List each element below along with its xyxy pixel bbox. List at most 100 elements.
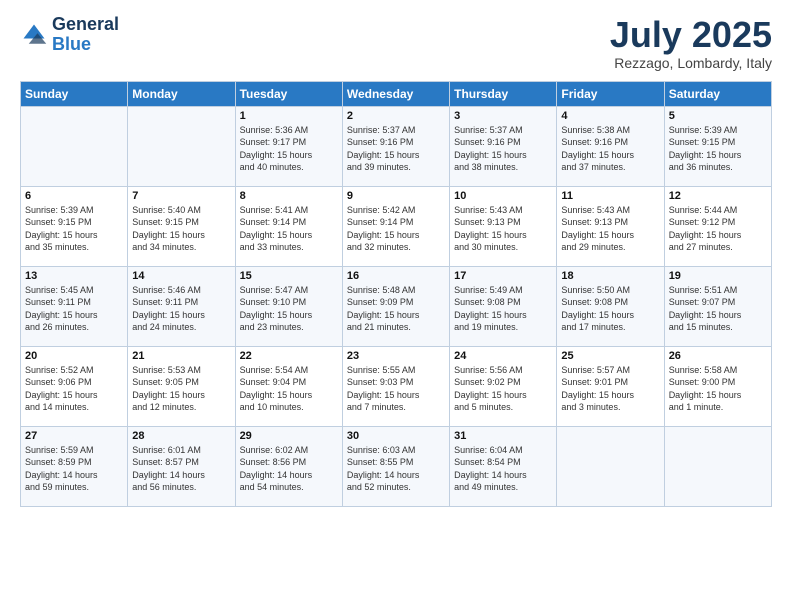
day-info: Sunrise: 5:44 AM Sunset: 9:12 PM Dayligh…: [669, 204, 767, 254]
day-cell: 7 Sunrise: 5:40 AM Sunset: 9:15 PM Daylig…: [128, 186, 235, 266]
logo-blue-text: Blue: [52, 34, 91, 54]
title-block: July 2025 Rezzago, Lombardy, Italy: [610, 15, 772, 71]
day-cell: 28Sunrise: 6:01 AM Sunset: 8:57 PM Dayli…: [128, 426, 235, 506]
day-number: 3: [454, 110, 552, 122]
day-number: 7: [132, 190, 230, 202]
day-number: 24: [454, 350, 552, 362]
day-cell: 18 Sunrise: 5:50 AM Sunset: 9:08 PM Dayli…: [557, 266, 664, 346]
day-number: 30: [347, 430, 445, 442]
day-cell: 9Sunrise: 5:42 AM Sunset: 9:14 PM Daylig…: [342, 186, 449, 266]
day-number: 6: [25, 190, 123, 202]
day-info: Sunrise: 5:43 AM Sunset: 9:13 PM Dayligh…: [454, 204, 552, 254]
day-info: Sunrise: 5:37 AM Sunset: 9:16 PM Dayligh…: [347, 124, 445, 174]
day-number: 12: [669, 190, 767, 202]
day-number: 10: [454, 190, 552, 202]
day-number: 20: [25, 350, 123, 362]
header-monday: Monday: [128, 81, 235, 106]
day-info: Sunrise: 5:40 AM Sunset: 9:15 PM Dayligh…: [132, 204, 230, 254]
location: Rezzago, Lombardy, Italy: [610, 55, 772, 71]
day-number: 4: [561, 110, 659, 122]
day-cell: [664, 426, 771, 506]
header-thursday: Thursday: [450, 81, 557, 106]
day-info: Sunrise: 6:03 AM Sunset: 8:55 PM Dayligh…: [347, 444, 445, 494]
header: General Blue July 2025 Rezzago, Lombardy…: [20, 15, 772, 71]
day-cell: 3 Sunrise: 5:37 AM Sunset: 9:16 PM Daylig…: [450, 106, 557, 186]
day-number: 2: [347, 110, 445, 122]
header-wednesday: Wednesday: [342, 81, 449, 106]
week-row-2: 6 Sunrise: 5:39 AM Sunset: 9:15 PM Daylig…: [21, 186, 772, 266]
day-info: Sunrise: 5:37 AM Sunset: 9:16 PM Dayligh…: [454, 124, 552, 174]
day-info: Sunrise: 5:58 AM Sunset: 9:00 PM Dayligh…: [669, 364, 767, 414]
day-number: 22: [240, 350, 338, 362]
day-cell: 24 Sunrise: 5:56 AM Sunset: 9:02 PM Dayli…: [450, 346, 557, 426]
day-info: Sunrise: 5:47 AM Sunset: 9:10 PM Dayligh…: [240, 284, 338, 334]
day-number: 15: [240, 270, 338, 282]
day-number: 8: [240, 190, 338, 202]
day-cell: [128, 106, 235, 186]
day-number: 28: [132, 430, 230, 442]
day-info: Sunrise: 5:48 AM Sunset: 9:09 PM Dayligh…: [347, 284, 445, 334]
day-info: Sunrise: 6:04 AM Sunset: 8:54 PM Dayligh…: [454, 444, 552, 494]
logo-general: General: [52, 14, 119, 34]
day-info: Sunrise: 5:52 AM Sunset: 9:06 PM Dayligh…: [25, 364, 123, 414]
day-cell: 12 Sunrise: 5:44 AM Sunset: 9:12 PM Dayli…: [664, 186, 771, 266]
day-number: 29: [240, 430, 338, 442]
day-number: 26: [669, 350, 767, 362]
day-cell: 15 Sunrise: 5:47 AM Sunset: 9:10 PM Dayli…: [235, 266, 342, 346]
day-number: 11: [561, 190, 659, 202]
day-info: Sunrise: 5:59 AM Sunset: 8:59 PM Dayligh…: [25, 444, 123, 494]
day-cell: 13 Sunrise: 5:45 AM Sunset: 9:11 PM Dayli…: [21, 266, 128, 346]
day-info: Sunrise: 5:57 AM Sunset: 9:01 PM Dayligh…: [561, 364, 659, 414]
header-tuesday: Tuesday: [235, 81, 342, 106]
calendar-table: Sunday Monday Tuesday Wednesday Thursday…: [20, 81, 772, 507]
day-cell: 20 Sunrise: 5:52 AM Sunset: 9:06 PM Dayli…: [21, 346, 128, 426]
day-cell: 23Sunrise: 5:55 AM Sunset: 9:03 PM Dayli…: [342, 346, 449, 426]
day-cell: 10 Sunrise: 5:43 AM Sunset: 9:13 PM Dayli…: [450, 186, 557, 266]
day-cell: 16 Sunrise: 5:48 AM Sunset: 9:09 PM Dayli…: [342, 266, 449, 346]
day-number: 5: [669, 110, 767, 122]
day-cell: [557, 426, 664, 506]
day-number: 19: [669, 270, 767, 282]
week-row-1: 1Sunrise: 5:36 AM Sunset: 9:17 PM Daylig…: [21, 106, 772, 186]
day-info: Sunrise: 5:53 AM Sunset: 9:05 PM Dayligh…: [132, 364, 230, 414]
week-row-5: 27 Sunrise: 5:59 AM Sunset: 8:59 PM Dayli…: [21, 426, 772, 506]
day-info: Sunrise: 5:41 AM Sunset: 9:14 PM Dayligh…: [240, 204, 338, 254]
day-info: Sunrise: 5:43 AM Sunset: 9:13 PM Dayligh…: [561, 204, 659, 254]
day-number: 23: [347, 350, 445, 362]
day-cell: 22Sunrise: 5:54 AM Sunset: 9:04 PM Dayli…: [235, 346, 342, 426]
calendar-header: Sunday Monday Tuesday Wednesday Thursday…: [21, 81, 772, 106]
day-info: Sunrise: 5:50 AM Sunset: 9:08 PM Dayligh…: [561, 284, 659, 334]
day-info: Sunrise: 5:45 AM Sunset: 9:11 PM Dayligh…: [25, 284, 123, 334]
logo: General Blue: [20, 15, 119, 55]
day-info: Sunrise: 6:02 AM Sunset: 8:56 PM Dayligh…: [240, 444, 338, 494]
day-info: Sunrise: 5:46 AM Sunset: 9:11 PM Dayligh…: [132, 284, 230, 334]
day-cell: 8 Sunrise: 5:41 AM Sunset: 9:14 PM Daylig…: [235, 186, 342, 266]
logo-text: General Blue: [52, 15, 119, 55]
day-number: 16: [347, 270, 445, 282]
day-number: 13: [25, 270, 123, 282]
day-number: 27: [25, 430, 123, 442]
day-cell: 2 Sunrise: 5:37 AM Sunset: 9:16 PM Daylig…: [342, 106, 449, 186]
day-cell: 14 Sunrise: 5:46 AM Sunset: 9:11 PM Dayli…: [128, 266, 235, 346]
day-number: 18: [561, 270, 659, 282]
day-info: Sunrise: 5:39 AM Sunset: 9:15 PM Dayligh…: [669, 124, 767, 174]
day-info: Sunrise: 5:49 AM Sunset: 9:08 PM Dayligh…: [454, 284, 552, 334]
day-cell: 25Sunrise: 5:57 AM Sunset: 9:01 PM Dayli…: [557, 346, 664, 426]
header-sunday: Sunday: [21, 81, 128, 106]
day-number: 17: [454, 270, 552, 282]
day-info: Sunrise: 5:39 AM Sunset: 9:15 PM Dayligh…: [25, 204, 123, 254]
day-cell: [21, 106, 128, 186]
day-cell: 6 Sunrise: 5:39 AM Sunset: 9:15 PM Daylig…: [21, 186, 128, 266]
page: General Blue July 2025 Rezzago, Lombardy…: [0, 0, 792, 612]
day-info: Sunrise: 5:56 AM Sunset: 9:02 PM Dayligh…: [454, 364, 552, 414]
day-number: 14: [132, 270, 230, 282]
day-number: 9: [347, 190, 445, 202]
day-cell: 17 Sunrise: 5:49 AM Sunset: 9:08 PM Dayli…: [450, 266, 557, 346]
day-cell: 31 Sunrise: 6:04 AM Sunset: 8:54 PM Dayli…: [450, 426, 557, 506]
calendar-body: 1Sunrise: 5:36 AM Sunset: 9:17 PM Daylig…: [21, 106, 772, 506]
day-number: 31: [454, 430, 552, 442]
day-cell: 26 Sunrise: 5:58 AM Sunset: 9:00 PM Dayli…: [664, 346, 771, 426]
day-cell: 27 Sunrise: 5:59 AM Sunset: 8:59 PM Dayli…: [21, 426, 128, 506]
week-row-3: 13 Sunrise: 5:45 AM Sunset: 9:11 PM Dayli…: [21, 266, 772, 346]
header-saturday: Saturday: [664, 81, 771, 106]
